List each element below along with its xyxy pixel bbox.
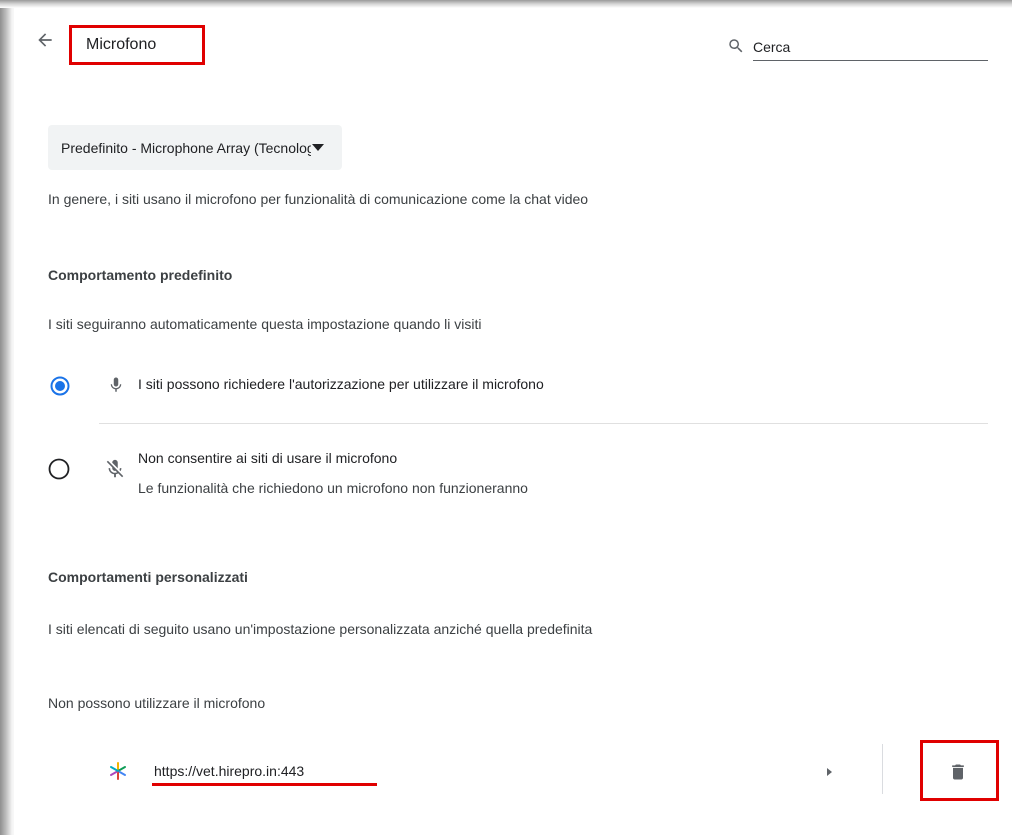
arrow-back-icon bbox=[38, 33, 52, 47]
radio-allow-ask[interactable] bbox=[50, 376, 70, 396]
device-select-value: Predefinito - Microphone Array (Tecnolog… bbox=[61, 140, 311, 156]
window-top-shadow bbox=[0, 0, 1012, 8]
url-underline-annotation bbox=[152, 783, 377, 786]
microphone-device-select[interactable]: Predefinito - Microphone Array (Tecnolog… bbox=[48, 125, 342, 170]
custom-behavior-heading: Comportamenti personalizzati bbox=[48, 569, 248, 585]
delete-site-button[interactable] bbox=[944, 758, 972, 786]
microphone-off-icon bbox=[106, 459, 124, 478]
option-block-label: Non consentire ai siti di usare il micro… bbox=[138, 450, 398, 466]
option-block-sublabel: Le funzionalità che richiedono un microf… bbox=[138, 480, 528, 496]
site-row[interactable]: https://vet.hirepro.in:443 bbox=[100, 740, 1000, 806]
options-divider bbox=[99, 423, 988, 424]
arrow-right-icon bbox=[827, 768, 832, 776]
pinwheel-favicon-icon bbox=[110, 762, 126, 780]
default-behavior-subtitle: I siti seguiranno automaticamente questa… bbox=[48, 316, 482, 332]
back-button[interactable] bbox=[32, 27, 58, 53]
site-expand-button[interactable] bbox=[822, 762, 838, 782]
search-icon bbox=[729, 39, 743, 53]
row-separator bbox=[882, 744, 883, 794]
custom-behavior-subtitle: I siti elencati di seguito usano un'impo… bbox=[48, 621, 593, 637]
search-input[interactable] bbox=[753, 34, 988, 61]
option-allow-ask-label: I siti possono richiedere l'autorizzazio… bbox=[138, 376, 544, 392]
triangle-down-icon bbox=[312, 144, 324, 151]
radio-block[interactable] bbox=[48, 458, 70, 480]
microphone-icon bbox=[110, 377, 122, 392]
site-url-link[interactable]: https://vet.hirepro.in:443 bbox=[154, 763, 304, 779]
trash-icon bbox=[952, 764, 964, 780]
page-title: Microfono bbox=[86, 36, 157, 53]
microphone-description: In genere, i siti usano il microfono per… bbox=[48, 191, 589, 207]
default-behavior-heading: Comportamento predefinito bbox=[48, 267, 233, 283]
search-field[interactable] bbox=[713, 28, 988, 68]
blocked-sites-heading: Non possono utilizzare il microfono bbox=[48, 695, 266, 711]
